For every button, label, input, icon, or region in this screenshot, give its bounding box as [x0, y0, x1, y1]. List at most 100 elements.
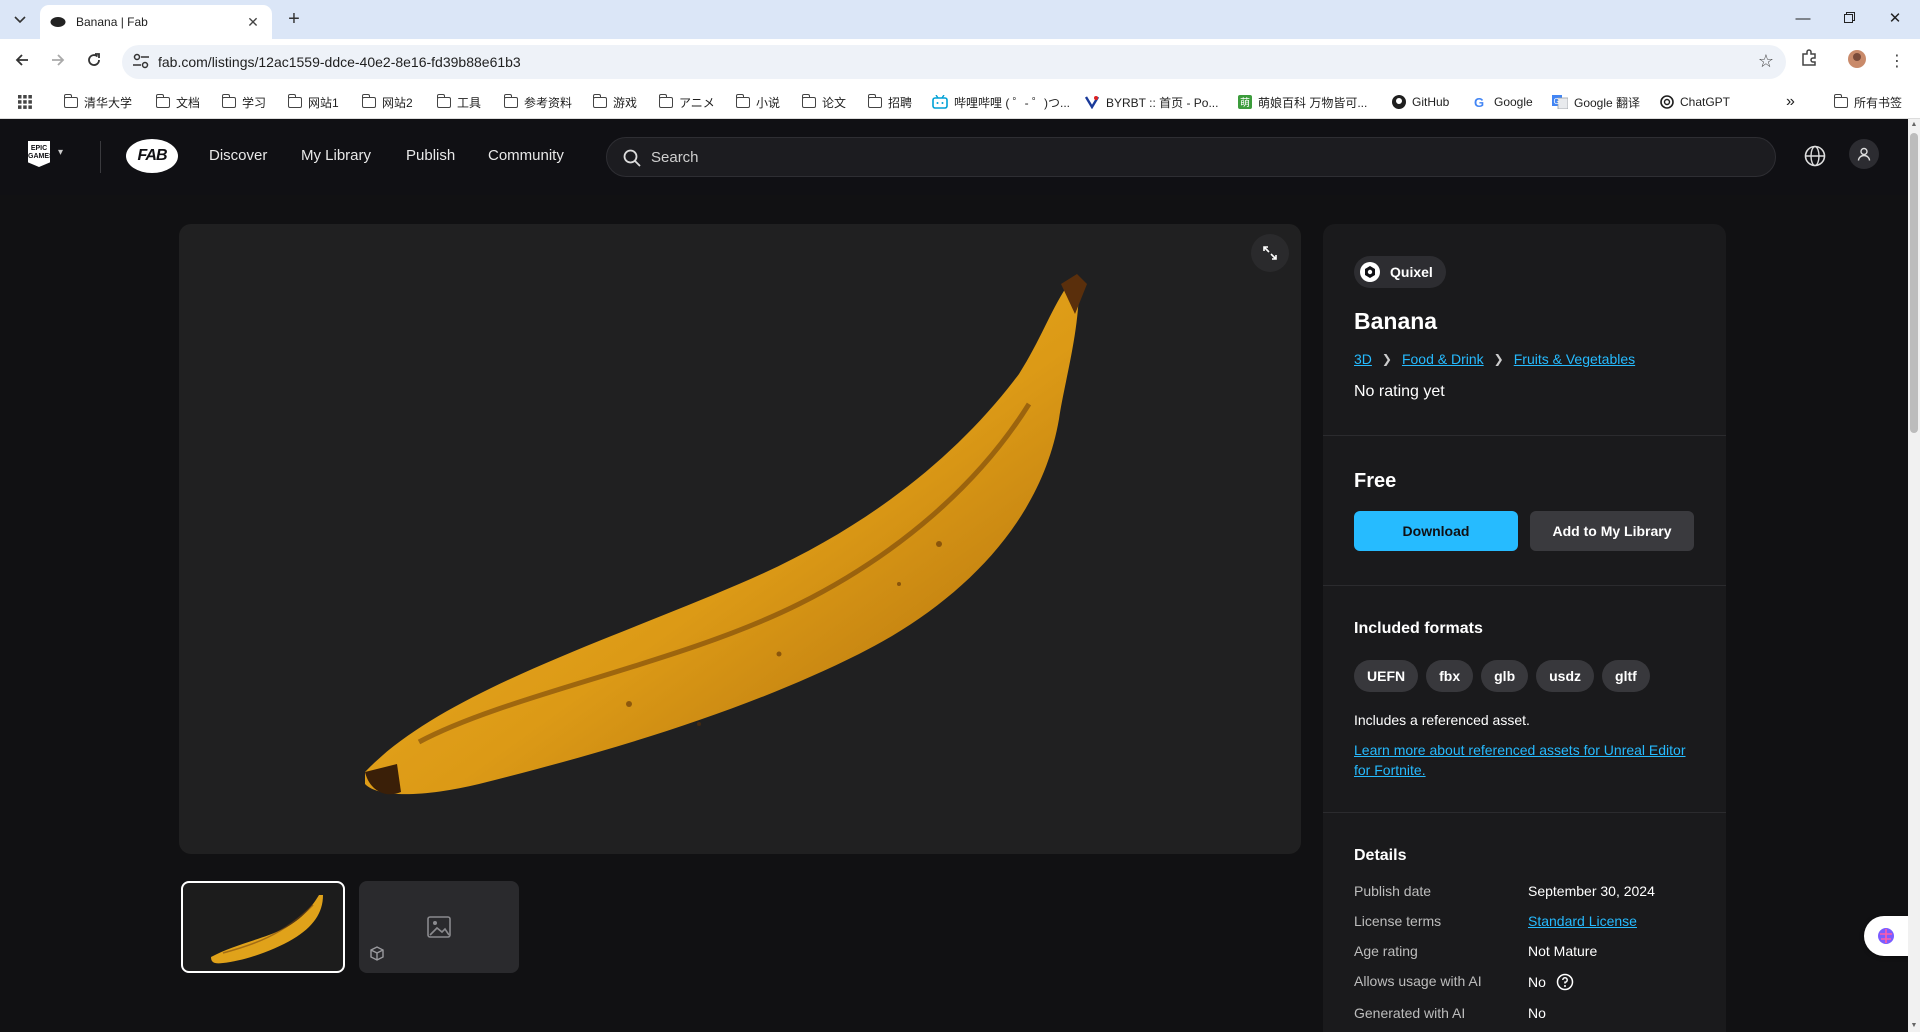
- search-input[interactable]: [651, 138, 1751, 176]
- bookmark-item[interactable]: 论文: [801, 91, 846, 113]
- bookmark-item[interactable]: 学习: [221, 91, 266, 113]
- restore-button[interactable]: [1826, 6, 1872, 32]
- format-chip[interactable]: gltf: [1602, 660, 1650, 692]
- publisher-name: Quixel: [1390, 264, 1433, 280]
- fab-header: EPIC GAMES ▾ FAB Discover My Library Pub…: [0, 119, 1908, 195]
- folder-icon: [735, 93, 750, 108]
- svg-text:G: G: [1474, 95, 1484, 109]
- extensions-icon[interactable]: [1796, 49, 1822, 75]
- bookmark-item[interactable]: 参考资料: [503, 91, 572, 113]
- expand-icon: [1263, 246, 1277, 260]
- browser-tab-active[interactable]: Banana | Fab ✕: [40, 5, 272, 39]
- bookmark-star-icon[interactable]: ☆: [1758, 51, 1774, 72]
- detail-row: Publish date September 30, 2024: [1354, 883, 1695, 899]
- detail-key: Allows usage with AI: [1354, 973, 1482, 989]
- bookmark-item[interactable]: 文档: [155, 91, 200, 113]
- bookmark-item[interactable]: アニメ: [658, 91, 715, 113]
- detail-value: Not Mature: [1528, 943, 1598, 959]
- bookmark-item[interactable]: 小说: [735, 91, 780, 113]
- address-bar[interactable]: fab.com/listings/12ac1559-ddce-40e2-8e16…: [122, 45, 1786, 79]
- menu-kebab-icon[interactable]: ⋮: [1884, 49, 1910, 75]
- bookmark-item[interactable]: 萌 萌娘百科 万物皆可...: [1238, 91, 1367, 113]
- breadcrumb-3d[interactable]: 3D: [1354, 351, 1372, 367]
- listing-title: Banana: [1354, 308, 1438, 334]
- format-chip[interactable]: glb: [1481, 660, 1529, 692]
- tab-search-button[interactable]: [8, 8, 32, 32]
- add-to-library-button[interactable]: Add to My Library: [1530, 511, 1694, 551]
- all-bookmarks-folder[interactable]: 所有书签: [1833, 91, 1902, 113]
- breadcrumb: 3D ❯ Food & Drink ❯ Fruits & Vegetables: [1354, 351, 1695, 367]
- browser-tab-strip: Banana | Fab ✕ + — ✕: [0, 0, 1920, 39]
- bookmark-item[interactable]: 网站1: [287, 91, 339, 113]
- folder-icon: [155, 93, 170, 108]
- bookmark-item[interactable]: 网站2: [361, 91, 413, 113]
- bookmark-item[interactable]: 工具: [436, 91, 481, 113]
- bookmark-item[interactable]: 清华大学: [63, 91, 132, 113]
- nav-community[interactable]: Community: [488, 147, 564, 164]
- nav-my-library[interactable]: My Library: [301, 147, 371, 164]
- minimize-button[interactable]: —: [1780, 6, 1826, 32]
- quixel-logo-icon: [1360, 262, 1380, 282]
- bookmark-item[interactable]: G Google 翻译: [1552, 91, 1640, 113]
- bookmark-item[interactable]: GitHub: [1392, 91, 1449, 113]
- profile-avatar[interactable]: [1844, 49, 1870, 75]
- url-text[interactable]: fab.com/listings/12ac1559-ddce-40e2-8e16…: [158, 54, 521, 70]
- scroll-down-arrow-icon[interactable]: ▼: [1910, 1022, 1918, 1030]
- close-window-button[interactable]: ✕: [1872, 6, 1918, 32]
- formats-title: Included formats: [1354, 620, 1483, 637]
- scroll-up-arrow-icon[interactable]: ▲: [1910, 121, 1918, 129]
- folder-icon: [221, 93, 236, 108]
- format-chip[interactable]: usdz: [1536, 660, 1595, 692]
- apps-grid-icon[interactable]: [18, 91, 32, 113]
- detail-row: License terms Standard License: [1354, 913, 1695, 929]
- fab-logo[interactable]: FAB: [126, 139, 178, 173]
- thumbnail-3d-viewer[interactable]: [359, 881, 519, 973]
- back-button[interactable]: [10, 50, 34, 74]
- bookmark-item[interactable]: 哔哩哔哩 ( ゜- ゜)つ...: [932, 91, 1070, 113]
- purchase-section: Free Download Add to My Library: [1323, 470, 1726, 586]
- epic-games-logo[interactable]: EPIC GAMES: [28, 141, 50, 167]
- folder-icon: [1833, 93, 1848, 108]
- format-chip[interactable]: UEFN: [1354, 660, 1419, 692]
- new-tab-button[interactable]: +: [282, 8, 306, 32]
- close-tab-icon[interactable]: ✕: [244, 14, 262, 31]
- banana-image: [365, 274, 1087, 795]
- bookmark-item[interactable]: BYRBT :: 首页 - Po...: [1084, 91, 1218, 113]
- detail-value: No: [1528, 1005, 1546, 1021]
- breadcrumb-fruits-vegetables[interactable]: Fruits & Vegetables: [1514, 351, 1635, 367]
- breadcrumb-food-drink[interactable]: Food & Drink: [1402, 351, 1484, 367]
- referenced-assets-link[interactable]: Learn more about referenced assets for U…: [1354, 740, 1695, 812]
- nav-publish[interactable]: Publish: [406, 147, 455, 164]
- help-circle-icon[interactable]: [1556, 973, 1574, 991]
- globe-icon[interactable]: [1804, 145, 1826, 172]
- bookmark-item[interactable]: 招聘: [867, 91, 912, 113]
- chatgpt-icon: [1660, 95, 1674, 109]
- bookmark-item[interactable]: ChatGPT: [1660, 91, 1730, 113]
- nav-discover[interactable]: Discover: [209, 147, 267, 164]
- reload-button[interactable]: [82, 50, 106, 74]
- download-button[interactable]: Download: [1354, 511, 1518, 551]
- user-avatar-button[interactable]: [1849, 139, 1879, 169]
- page-scrollbar[interactable]: ▲ ▼: [1908, 119, 1920, 1032]
- media-viewer[interactable]: [179, 224, 1301, 854]
- chevron-right-icon: ❯: [1493, 352, 1504, 366]
- bookmark-item[interactable]: 游戏: [592, 91, 637, 113]
- more-bookmarks-chevron-icon[interactable]: »: [1786, 91, 1795, 113]
- detail-value-with-help: No: [1528, 973, 1574, 991]
- extension-floating-button[interactable]: [1864, 916, 1908, 956]
- search-bar[interactable]: [606, 137, 1776, 177]
- license-link[interactable]: Standard License: [1528, 913, 1637, 929]
- chevron-down-icon[interactable]: ▾: [58, 147, 63, 158]
- site-info-icon[interactable]: [132, 53, 152, 71]
- folder-icon: [801, 93, 816, 108]
- bookmark-item[interactable]: G Google: [1474, 91, 1533, 113]
- scrollbar-thumb[interactable]: [1910, 133, 1918, 433]
- forward-button[interactable]: [46, 50, 70, 74]
- format-chip[interactable]: fbx: [1426, 660, 1474, 692]
- fullscreen-button[interactable]: [1251, 234, 1289, 272]
- rating-text: No rating yet: [1354, 383, 1445, 400]
- details-title: Details: [1354, 847, 1407, 864]
- arrow-left-icon: [15, 54, 28, 66]
- thumbnail-image-1[interactable]: [181, 881, 345, 973]
- publisher-chip[interactable]: Quixel: [1354, 256, 1446, 288]
